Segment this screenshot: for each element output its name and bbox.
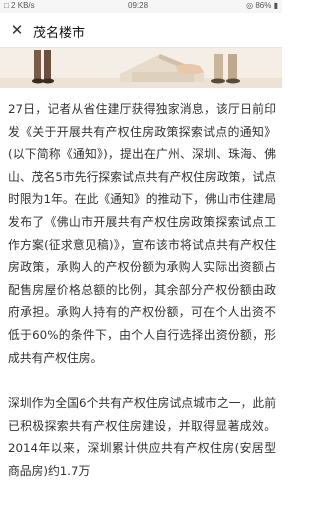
status-bar: □ 2 KB/s 09:28 ◎ 86% ▮ [0,0,282,13]
article-body: 27日，记者从省住建厅获得独家消息，该厅日前印发《关于开展共有产权住房政策探索试… [8,98,276,506]
hero-image [0,48,282,88]
battery-indicator: ◎ 86% ▮ [246,1,278,10]
article-paragraph-1: 27日，记者从省住建厅获得独家消息，该厅日前印发《关于开展共有产权住房政策探索试… [8,102,276,365]
article-paragraph-2: 深圳作为全国6个共有产权住房试点城市之一，此前已积极探索共有产权住房建设，并取得… [8,396,276,478]
top-nav-bar: ✕ 茂名楼市 [0,13,282,48]
page-title: 茂名楼市 [33,26,86,41]
illustration-people-house [0,48,282,88]
clock: 09:28 [128,1,149,10]
network-speed: □ 2 KB/s [4,1,35,10]
close-icon[interactable]: ✕ [9,22,25,38]
